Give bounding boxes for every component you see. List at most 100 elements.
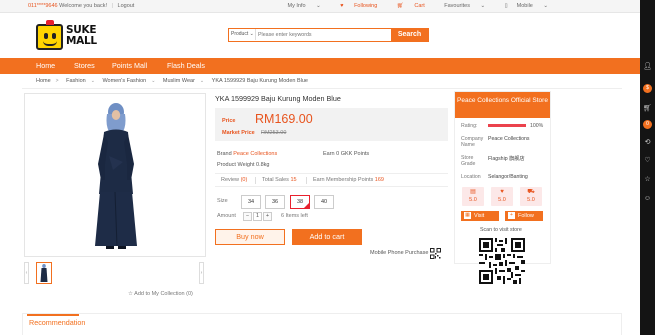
- logo-mascot-icon: [36, 20, 63, 50]
- coin-icon[interactable]: $: [643, 84, 652, 93]
- market-price-label: Market Price: [222, 130, 255, 136]
- points-text: Earn 0 GKK Points: [323, 151, 370, 157]
- sales-label: Total Sales: [262, 177, 289, 183]
- chat-icon[interactable]: ☺: [643, 194, 652, 203]
- price-value: RM169.00: [255, 112, 313, 126]
- history-icon[interactable]: ⟲: [643, 138, 652, 147]
- size-option-38[interactable]: 38: [290, 195, 310, 209]
- rating-value: 100%: [530, 123, 544, 129]
- divider: [306, 177, 307, 184]
- company-value: Peace Collections: [488, 136, 530, 142]
- price-label: Price: [222, 118, 236, 124]
- review-count: (0): [240, 177, 248, 183]
- truck-icon: ⛟: [527, 189, 535, 195]
- cart-count-badge: 0: [643, 120, 652, 129]
- location-label: Location: [461, 174, 481, 180]
- nav-home[interactable]: Home: [36, 58, 55, 74]
- description-score: ▤ 5.0: [462, 187, 484, 206]
- score-value: 5.0: [527, 197, 535, 203]
- divider: [22, 88, 622, 89]
- logout-link[interactable]: Logout: [118, 3, 135, 9]
- size-label: Size: [217, 198, 228, 204]
- recommendation-underline: [27, 314, 79, 316]
- store-qr-code: [479, 238, 525, 284]
- search-input[interactable]: [258, 29, 388, 40]
- cart-link[interactable]: 🛒︎ Cart: [388, 3, 425, 9]
- top-bar: 011****9646 Welcome you back! | Logout M…: [0, 0, 640, 13]
- items-left: 6 Items left: [281, 213, 308, 219]
- store-icon: ▦: [464, 212, 471, 219]
- top-bar-left: 011****9646 Welcome you back! | Logout: [28, 3, 134, 9]
- cart-icon[interactable]: 🛒︎: [643, 104, 652, 113]
- membership-stat: Earn Membership Points 169: [313, 177, 384, 183]
- sales-count: 15: [290, 177, 297, 183]
- cart-label: Cart: [414, 3, 425, 9]
- visit-label: Visit: [474, 213, 485, 219]
- quantity-input[interactable]: 1: [253, 212, 262, 221]
- favourites-menu[interactable]: Favourites ⌄: [435, 3, 485, 9]
- heart-icon[interactable]: ♡: [643, 156, 652, 165]
- store-title[interactable]: Peace Collections Official Store: [455, 92, 550, 118]
- product-title: YKA 1599929 Baju Kurung Moden Blue: [215, 94, 341, 103]
- search-button[interactable]: Search: [390, 27, 429, 42]
- product-weight: Product Weight 0.8kg: [217, 162, 270, 168]
- score-value: 5.0: [469, 197, 477, 203]
- size-option-36[interactable]: 36: [265, 195, 285, 209]
- mobile-menu[interactable]: ▯ Mobile ⌄: [496, 3, 548, 9]
- review-label: Review: [221, 177, 240, 183]
- product-thumbnail[interactable]: [36, 262, 52, 284]
- nav-stores[interactable]: Stores: [74, 58, 95, 74]
- chevron-left-icon[interactable]: ‹: [24, 262, 29, 284]
- visit-store-button[interactable]: ▦ Visit: [461, 211, 499, 221]
- product-stats: Review (0) Total Sales 15 Earn Membershi…: [215, 173, 448, 187]
- mobile-purchase-label: Mobile Phone Purchase: [370, 250, 429, 256]
- breadcrumb-home[interactable]: Home: [36, 78, 51, 84]
- sales-stat: Total Sales 15: [262, 177, 297, 183]
- user-icon[interactable]: 👤︎: [643, 62, 652, 71]
- user-phone[interactable]: 011****9646: [28, 3, 58, 9]
- amount-label: Amount: [217, 213, 236, 219]
- size-option-34[interactable]: 34: [241, 195, 261, 209]
- site-logo[interactable]: SUKE MALL: [36, 20, 110, 52]
- chevron-down-icon: ⌄: [543, 3, 548, 9]
- brand-link[interactable]: Peace Collections: [233, 151, 277, 157]
- nav-flash-deals[interactable]: Flash Deals: [167, 58, 205, 74]
- recommendation-section: Recommendation: [22, 313, 622, 335]
- favourites-label: Favourites: [444, 3, 470, 9]
- nav-points-mall[interactable]: Points Mall: [112, 58, 147, 74]
- review-stat[interactable]: Review (0): [221, 177, 247, 183]
- logo-text: SUKE MALL: [66, 24, 97, 47]
- add-to-cart-button[interactable]: Add to cart: [292, 229, 362, 245]
- size-option-40[interactable]: 40: [314, 195, 334, 209]
- breadcrumb-fashion[interactable]: Fashion: [66, 78, 86, 84]
- my-info-label: My Info: [287, 3, 306, 9]
- chevron-right-icon[interactable]: ›: [199, 262, 204, 284]
- chevron-down-icon: ⌄: [199, 78, 205, 84]
- buy-now-button[interactable]: Buy now: [215, 229, 285, 245]
- location-value: Selangor/Banting: [488, 174, 528, 180]
- cart-icon: 🛒︎: [396, 3, 404, 9]
- add-to-collection-link[interactable]: ☆ Add to My Collection (0): [128, 291, 193, 297]
- top-bar-right: My Info ⌄ ♥ Following 🛒︎ Cart Favourites…: [270, 3, 548, 9]
- divider: [255, 177, 256, 184]
- comment-icon: ▤: [470, 189, 476, 195]
- search-bar: Product ⌄ Search: [228, 27, 429, 42]
- my-info-menu[interactable]: My Info ⌄: [279, 3, 321, 9]
- recommendation-title[interactable]: Recommendation: [29, 318, 85, 327]
- quantity-decrease-button[interactable]: −: [243, 212, 252, 221]
- qr-code-icon[interactable]: [430, 248, 441, 259]
- mobile-label: Mobile: [516, 3, 533, 9]
- thumbnail-strip: ‹ ›: [24, 262, 206, 284]
- follow-store-button[interactable]: + Follow: [505, 211, 543, 221]
- chevron-down-icon: ⌄: [316, 3, 321, 9]
- star-icon[interactable]: ☆: [643, 175, 652, 184]
- search-category-select[interactable]: Product ⌄: [229, 29, 256, 40]
- product-main-image[interactable]: [24, 93, 206, 257]
- membership-label: Earn Membership Points: [313, 177, 374, 183]
- breadcrumb-muslim-wear[interactable]: Muslim Wear: [163, 78, 195, 84]
- service-score: ♥ 5.0: [491, 187, 513, 206]
- following-link[interactable]: ♥ Following: [331, 3, 377, 9]
- quantity-increase-button[interactable]: +: [263, 212, 272, 221]
- breadcrumb-womens-fashion[interactable]: Women's Fashion: [102, 78, 146, 84]
- chevron-down-icon: ⌄: [151, 78, 156, 84]
